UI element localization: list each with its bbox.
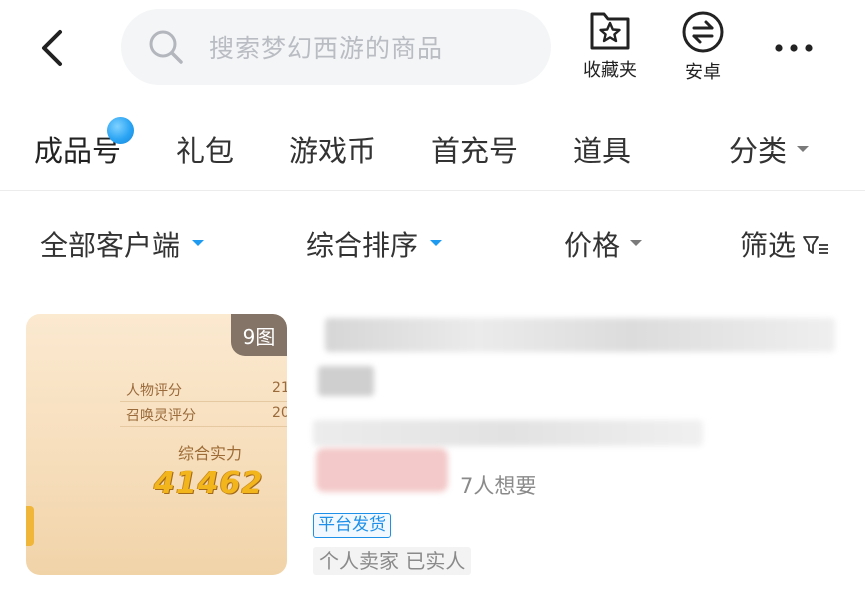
top-bar: 搜索梦幻西游的商品 收藏夹 安卓: [0, 0, 865, 95]
favorites-button[interactable]: 收藏夹: [575, 10, 645, 82]
caret-down-icon: [797, 146, 810, 152]
product-subtitle-redacted: [313, 420, 703, 446]
tab-gift-pack[interactable]: 礼包: [176, 128, 234, 170]
power-label: 综合实力: [178, 444, 243, 463]
price-redacted: [316, 448, 448, 492]
favorites-label: 收藏夹: [583, 60, 637, 81]
divider: [0, 190, 865, 191]
android-label: 安卓: [685, 62, 721, 83]
power-value: 41462: [154, 466, 264, 501]
filter-price-label: 价格: [564, 229, 621, 262]
stat-value: 2127: [272, 380, 287, 396]
filter-client-label: 全部客户端: [40, 229, 181, 262]
caret-down-icon: [430, 240, 443, 246]
filter-screen-label: 筛选: [740, 229, 797, 262]
tab-category[interactable]: 分类: [729, 128, 810, 170]
filter-price[interactable]: 价格: [564, 224, 643, 264]
wants-count: 7人想要: [460, 474, 537, 498]
product-card[interactable]: 人物评分 2127 召唤灵评分 2019 综合实力 41462 9图 7人想要 …: [0, 300, 865, 590]
category-tabs: 成品号 礼包 游戏币 首充号 道具 分类: [0, 100, 865, 190]
product-title-redacted: [325, 318, 835, 352]
tab-category-label: 分类: [729, 134, 788, 168]
exchange-icon: [682, 11, 724, 53]
tab-items[interactable]: 道具: [573, 128, 631, 170]
chevron-left-icon: [42, 30, 62, 66]
search-placeholder: 搜索梦幻西游的商品: [209, 34, 444, 63]
thumbnail-stat-row: 人物评分 2127: [120, 378, 287, 402]
tab-notification-dot: [107, 117, 134, 144]
seller-tags: 个人卖家 已实人: [313, 547, 472, 575]
back-button[interactable]: [30, 24, 74, 72]
filter-icon: [803, 236, 829, 254]
search-icon: [147, 28, 185, 66]
thumbnail-decoration: [26, 506, 34, 546]
android-switch-button[interactable]: 安卓: [668, 10, 738, 84]
more-button[interactable]: [768, 28, 820, 68]
stat-label: 召唤灵评分: [126, 408, 196, 424]
platform-delivery-badge: 平台发货: [313, 513, 391, 538]
thumbnail-stat-row: 召唤灵评分 2019: [120, 403, 287, 427]
filter-bar: 全部客户端 综合排序 价格 筛选: [0, 192, 865, 292]
more-dots-icon: [775, 44, 813, 52]
filter-screen[interactable]: 筛选: [740, 224, 830, 264]
product-thumbnail[interactable]: 人物评分 2127 召唤灵评分 2019 综合实力 41462 9图: [26, 314, 287, 575]
image-count-badge: 9图: [231, 314, 287, 356]
filter-sort-label: 综合排序: [306, 229, 419, 262]
tab-game-currency[interactable]: 游戏币: [289, 128, 376, 170]
product-title-redacted: [318, 366, 374, 396]
stat-label: 人物评分: [126, 383, 182, 399]
star-folder-icon: [590, 12, 630, 50]
caret-down-icon: [630, 240, 643, 246]
search-input[interactable]: 搜索梦幻西游的商品: [121, 9, 551, 85]
stat-value: 2019: [272, 405, 287, 421]
caret-down-icon: [192, 240, 205, 246]
filter-client[interactable]: 全部客户端: [40, 224, 205, 264]
tab-first-charge[interactable]: 首充号: [431, 128, 518, 170]
filter-sort[interactable]: 综合排序: [306, 224, 443, 264]
